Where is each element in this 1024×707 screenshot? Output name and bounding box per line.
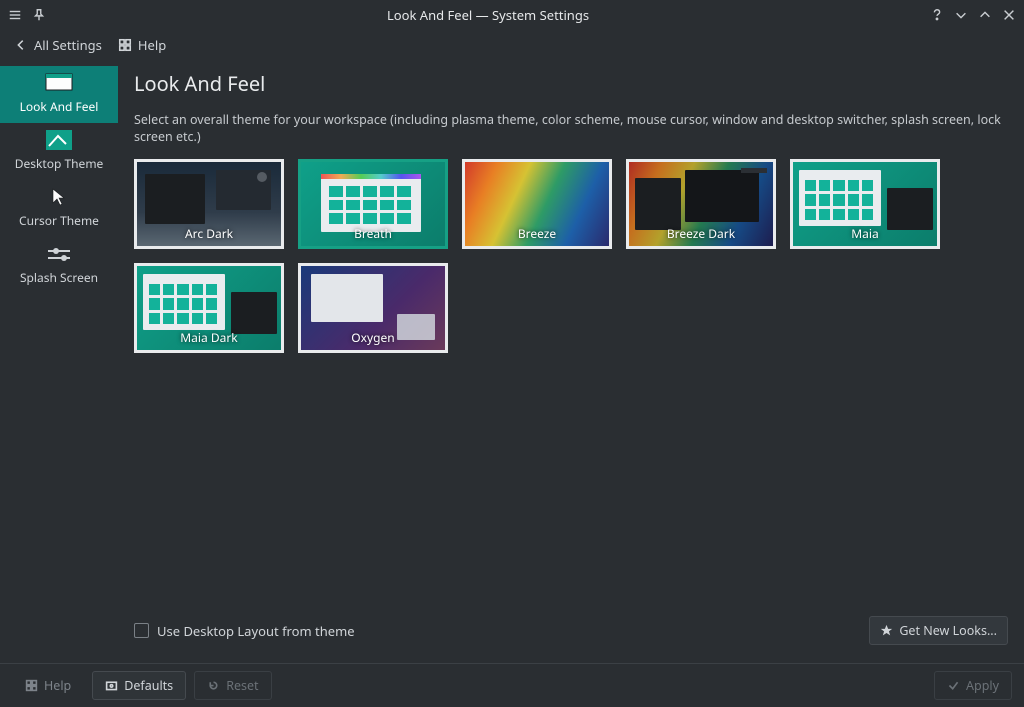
bottom-bar: Help Defaults Reset Apply xyxy=(0,663,1024,707)
checkbox-label: Use Desktop Layout from theme xyxy=(157,622,355,640)
toolbar: All Settings Help xyxy=(0,30,1024,60)
apply-button-label: Apply xyxy=(966,677,999,694)
theme-label: Maia xyxy=(793,225,937,242)
help-icon[interactable] xyxy=(930,8,944,22)
sidebar-item-label: Cursor Theme xyxy=(19,212,99,229)
theme-grid: Arc Dark Breath Breeze xyxy=(134,159,1008,353)
theme-maia[interactable]: Maia xyxy=(790,159,940,249)
content-area: Look And Feel Select an overall theme fo… xyxy=(118,60,1024,663)
monitor-icon xyxy=(45,72,73,94)
pin-icon[interactable] xyxy=(32,8,46,22)
page-description: Select an overall theme for your workspa… xyxy=(134,111,1008,145)
sidebar-item-look-and-feel[interactable]: Look And Feel xyxy=(0,66,118,123)
sidebar-item-desktop-theme[interactable]: Desktop Theme xyxy=(0,123,118,180)
all-settings-button[interactable]: All Settings xyxy=(14,36,102,54)
help-button-label: Help xyxy=(44,677,71,694)
minimize-icon[interactable] xyxy=(954,8,968,22)
theme-label: Arc Dark xyxy=(137,225,281,242)
theme-oxygen[interactable]: Oxygen xyxy=(298,263,448,353)
reset-button: Reset xyxy=(194,671,271,700)
help-menu-button[interactable]: Help xyxy=(118,36,166,54)
reset-button-label: Reset xyxy=(226,677,258,694)
splash-icon xyxy=(45,243,73,265)
theme-label: Breath xyxy=(301,225,445,242)
theme-label: Breeze xyxy=(465,225,609,242)
theme-maia-dark[interactable]: Maia Dark xyxy=(134,263,284,353)
sidebar-item-splash-screen[interactable]: Splash Screen xyxy=(0,237,118,294)
sidebar: Look And Feel Desktop Theme Cursor Theme… xyxy=(0,60,118,663)
window-title: Look And Feel — System Settings xyxy=(46,6,930,24)
theme-breeze[interactable]: Breeze xyxy=(462,159,612,249)
get-new-looks-button[interactable]: Get New Looks... xyxy=(869,616,1008,645)
theme-breath[interactable]: Breath xyxy=(298,159,448,249)
defaults-button-label: Defaults xyxy=(124,677,173,694)
theme-arc-dark[interactable]: Arc Dark xyxy=(134,159,284,249)
menu-icon[interactable] xyxy=(8,8,22,22)
page-title: Look And Feel xyxy=(134,70,1008,97)
theme-breeze-dark[interactable]: Breeze Dark xyxy=(626,159,776,249)
defaults-button[interactable]: Defaults xyxy=(92,671,186,700)
help-menu-label: Help xyxy=(138,36,166,54)
sidebar-item-cursor-theme[interactable]: Cursor Theme xyxy=(0,180,118,237)
theme-label: Breeze Dark xyxy=(629,225,773,242)
cursor-icon xyxy=(45,186,73,208)
checkbox-box[interactable] xyxy=(134,623,149,638)
window-titlebar: Look And Feel — System Settings xyxy=(0,0,1024,30)
sidebar-item-label: Desktop Theme xyxy=(15,155,104,172)
all-settings-label: All Settings xyxy=(34,36,102,54)
desktop-theme-icon xyxy=(45,129,73,151)
sidebar-item-label: Splash Screen xyxy=(20,269,98,286)
maximize-icon[interactable] xyxy=(978,8,992,22)
help-button[interactable]: Help xyxy=(12,671,84,700)
apply-button: Apply xyxy=(934,671,1012,700)
use-desktop-layout-checkbox[interactable]: Use Desktop Layout from theme xyxy=(134,622,355,640)
sidebar-item-label: Look And Feel xyxy=(20,98,99,115)
close-icon[interactable] xyxy=(1002,8,1016,22)
theme-label: Oxygen xyxy=(301,329,445,346)
theme-label: Maia Dark xyxy=(137,329,281,346)
get-new-looks-label: Get New Looks... xyxy=(899,622,997,639)
